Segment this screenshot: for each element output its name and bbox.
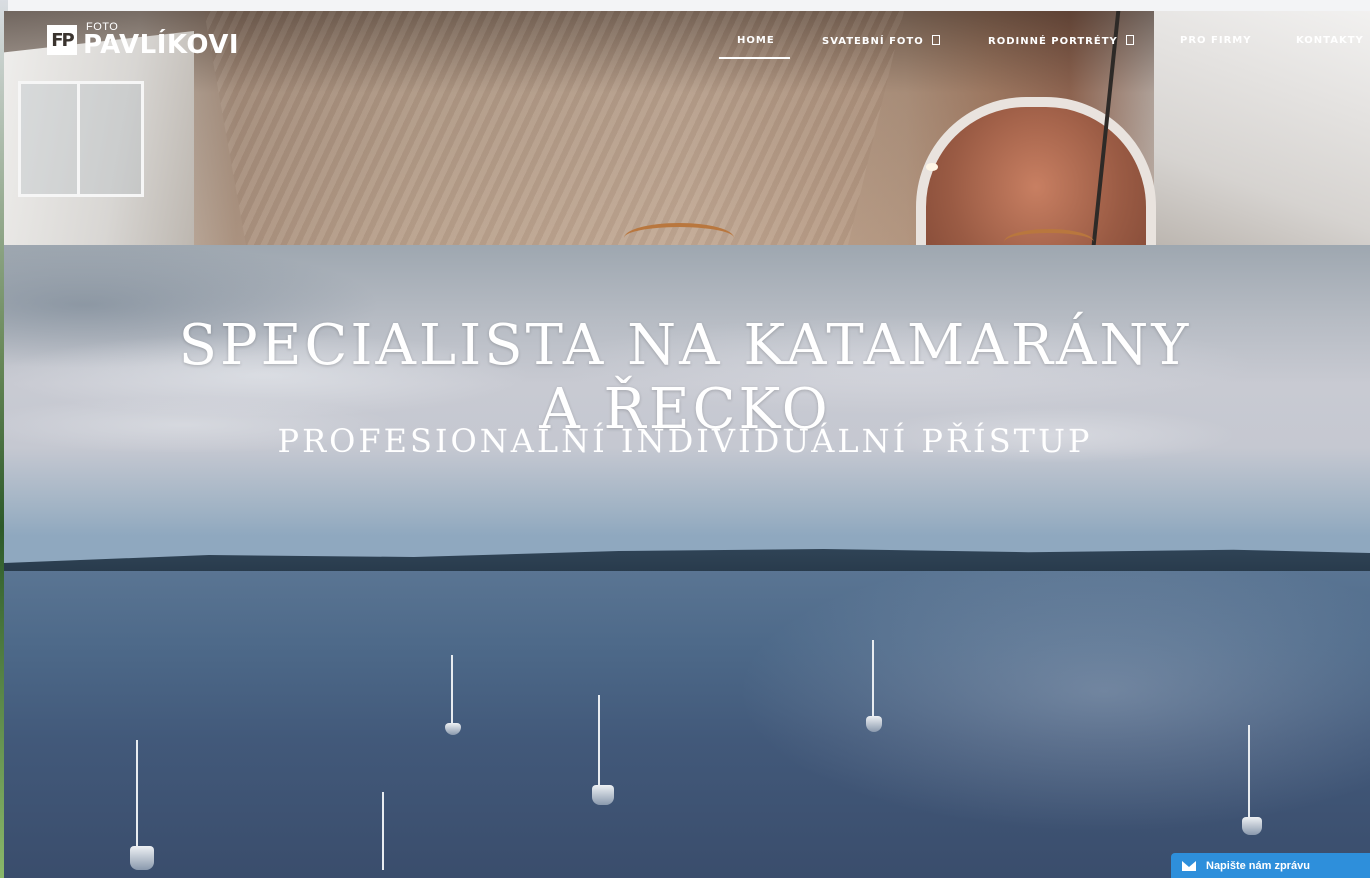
sailboat <box>376 792 392 878</box>
dropdown-caret-icon <box>931 35 940 45</box>
nav-item-rodinne-portrety[interactable]: RODINNÉ PORTRÉTY <box>988 35 1134 47</box>
nav-item-label: KONTAKTY <box>1296 35 1364 46</box>
sailboat <box>592 695 614 805</box>
active-nav-underline <box>719 57 790 59</box>
nav-item-home[interactable]: HOME <box>737 35 775 46</box>
chat-widget-label: Napište nám zprávu <box>1206 859 1310 872</box>
hero-title-line-1: SPECIALISTA NA KATAMARÁNY <box>178 312 1192 378</box>
nav-item-label: PRO FIRMY <box>1180 35 1252 46</box>
photo-window <box>18 81 144 197</box>
nav-item-label: SVATEBNÍ FOTO <box>822 36 924 47</box>
sailboat <box>1242 725 1262 835</box>
photo-light <box>926 163 938 171</box>
sailboat <box>445 655 461 735</box>
nav-item-label: HOME <box>737 35 775 46</box>
dropdown-caret-icon <box>1125 35 1134 45</box>
nav-item-pro-firmy[interactable]: PRO FIRMY <box>1180 35 1251 46</box>
sailboat <box>130 730 154 870</box>
nav-item-svatebni-foto[interactable]: SVATEBNÍ FOTO <box>822 35 940 47</box>
sailboat <box>866 640 882 732</box>
hero-subtitle: PROFESIONALNÍ INDIVIDUÁLNÍ PŘÍSTUP <box>277 422 1093 460</box>
nav-item-kontakty[interactable]: KONTAKTY <box>1296 35 1364 46</box>
photo-hanger <box>624 223 734 245</box>
nav-item-label: RODINNÉ PORTRÉTY <box>988 36 1118 47</box>
envelope-icon <box>1182 860 1196 871</box>
logo-small-text: FOTO <box>86 21 119 33</box>
chat-widget-button[interactable]: Napište nám zprávu <box>1171 853 1370 878</box>
photo-arch <box>916 97 1156 245</box>
hero-lake-water <box>4 571 1370 878</box>
main-navigation: HOME SVATEBNÍ FOTO RODINNÉ PORTRÉTY PRO … <box>0 35 1370 65</box>
